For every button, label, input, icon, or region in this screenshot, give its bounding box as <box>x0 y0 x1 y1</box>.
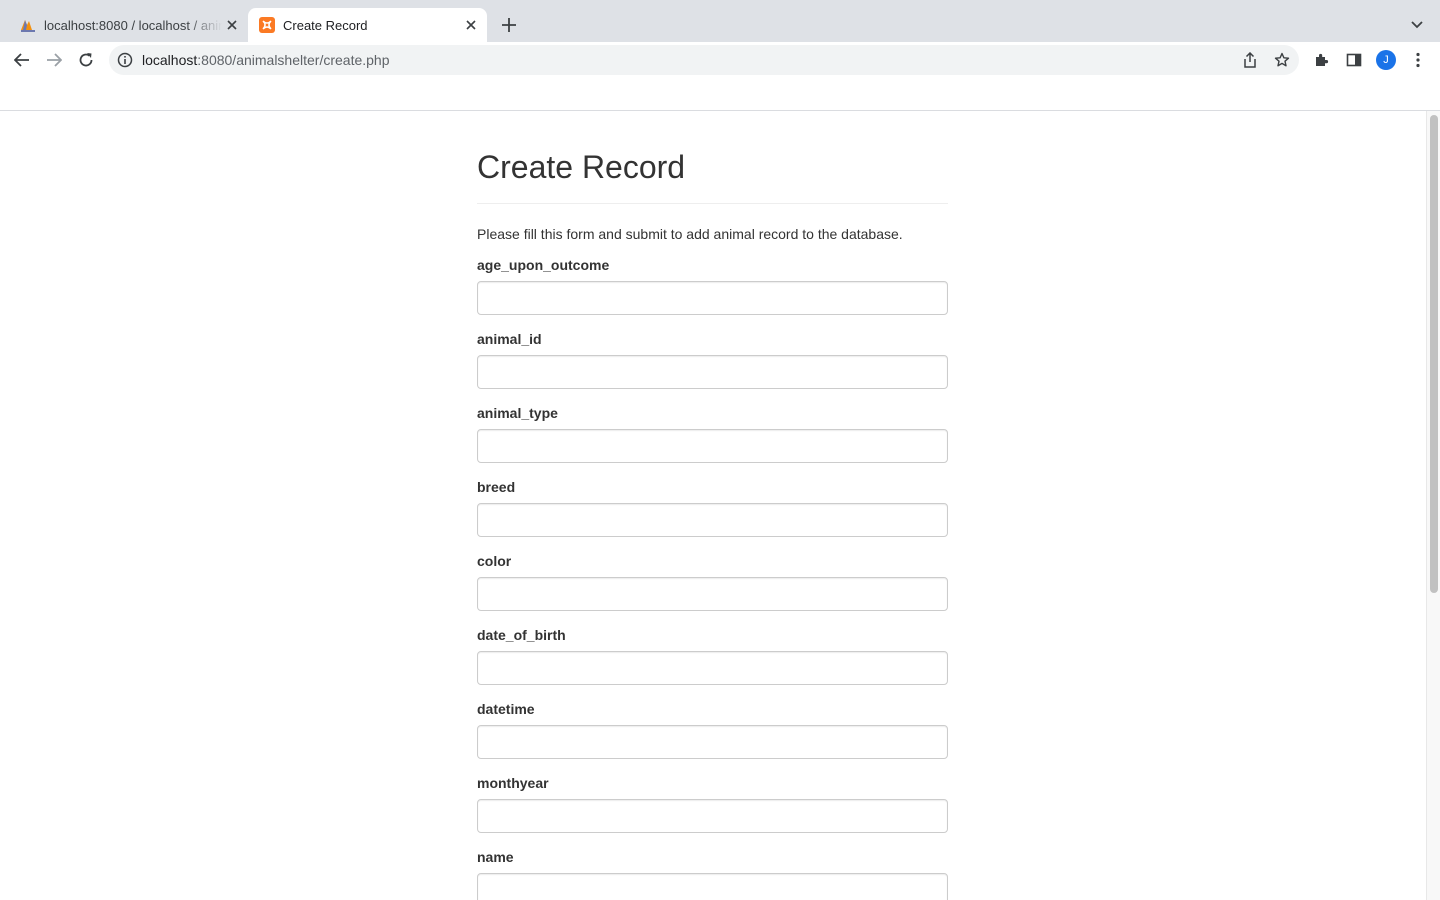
tab-create-record[interactable]: Create Record <box>248 8 487 42</box>
browser-toolbar: localhost:8080/animalshelter/create.php … <box>0 42 1440 79</box>
xampp-icon <box>259 17 275 33</box>
field-label: animal_type <box>477 405 558 421</box>
field-datetime: datetime <box>477 700 948 759</box>
back-arrow-icon[interactable] <box>8 46 36 74</box>
forward-arrow-icon[interactable] <box>40 46 68 74</box>
info-icon[interactable] <box>117 52 133 68</box>
chevron-down-icon[interactable] <box>1406 14 1428 36</box>
tab-strip: localhost:8080 / localhost / animalshelt… <box>0 0 1440 42</box>
field-name: name <box>477 848 948 900</box>
field-label: color <box>477 553 512 569</box>
scrollbar-thumb[interactable] <box>1430 115 1438 593</box>
age-upon-outcome-input[interactable] <box>477 281 948 315</box>
date-of-birth-input[interactable] <box>477 651 948 685</box>
tab-title: Create Record <box>283 17 368 33</box>
field-date-of-birth: date_of_birth <box>477 626 948 685</box>
field-age-upon-outcome: age_upon_outcome <box>477 256 948 315</box>
url-text[interactable]: localhost:8080/animalshelter/create.php <box>142 52 390 68</box>
color-input[interactable] <box>477 577 948 611</box>
phpmyadmin-icon <box>20 17 36 33</box>
extensions-puzzle-icon[interactable] <box>1308 46 1336 74</box>
bookmark-star-icon[interactable] <box>1272 50 1292 70</box>
profile-avatar[interactable]: J <box>1376 50 1396 70</box>
field-label: animal_id <box>477 331 542 347</box>
name-input[interactable] <box>477 873 948 900</box>
more-menu-icon[interactable] <box>1404 46 1432 74</box>
breed-input[interactable] <box>477 503 948 537</box>
datetime-input[interactable] <box>477 725 948 759</box>
title-divider <box>477 203 948 204</box>
reload-icon[interactable] <box>72 46 100 74</box>
field-animal-type: animal_type <box>477 404 948 463</box>
field-breed: breed <box>477 478 948 537</box>
field-label: breed <box>477 479 516 495</box>
field-color: color <box>477 552 948 611</box>
new-tab-icon[interactable] <box>496 12 522 38</box>
share-icon[interactable] <box>1240 50 1260 70</box>
field-monthyear: monthyear <box>477 774 948 833</box>
field-label: monthyear <box>477 775 549 791</box>
monthyear-input[interactable] <box>477 799 948 833</box>
close-icon[interactable] <box>222 15 242 35</box>
animal-type-input[interactable] <box>477 429 948 463</box>
intro-text: Please fill this form and submit to add … <box>477 226 903 242</box>
animal-id-input[interactable] <box>477 355 948 389</box>
close-icon[interactable] <box>461 15 481 35</box>
field-label: datetime <box>477 701 535 717</box>
field-label: age_upon_outcome <box>477 257 610 273</box>
address-bar[interactable]: localhost:8080/animalshelter/create.php <box>109 45 1299 75</box>
tab-title: localhost:8080 / localhost / animalshelt… <box>44 17 222 33</box>
side-panel-icon[interactable] <box>1340 46 1368 74</box>
field-label: date_of_birth <box>477 627 566 643</box>
page-title: Create Record <box>477 149 686 185</box>
url-host: localhost <box>142 52 198 68</box>
url-path: :8080/animalshelter/create.php <box>197 52 390 68</box>
page-viewport: Create Record Please fill this form and … <box>0 111 1426 900</box>
tab-phpmyadmin[interactable]: localhost:8080 / localhost / animalshelt… <box>8 8 248 42</box>
page-scrollbar[interactable] <box>1426 111 1440 900</box>
field-label: name <box>477 849 514 865</box>
field-animal-id: animal_id <box>477 330 948 389</box>
